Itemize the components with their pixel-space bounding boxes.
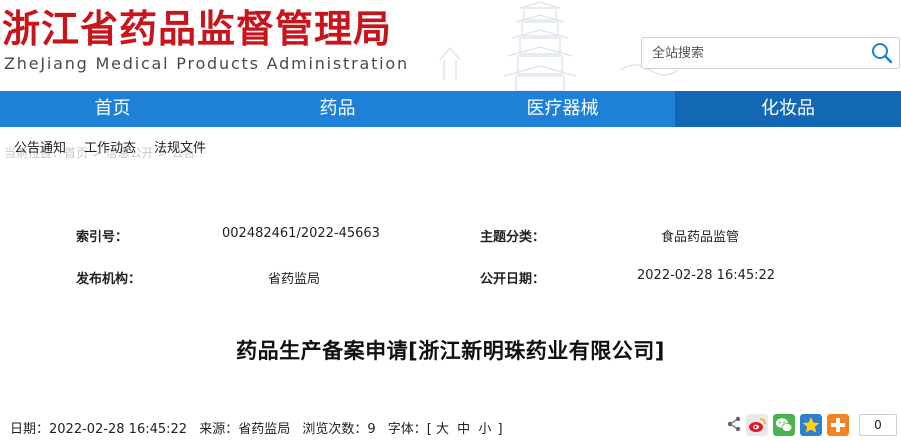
index-number-label: 索引号： — [76, 230, 129, 245]
search-box — [641, 37, 900, 69]
qzone-star-icon[interactable] — [800, 414, 822, 436]
more-plus-icon[interactable] — [827, 414, 849, 436]
share-count: 0 — [859, 414, 897, 436]
article-views: 浏览次数：9 — [302, 422, 376, 437]
submenu-item-work-news[interactable]: 工作动态 — [84, 137, 136, 156]
publish-date-value: 2022-02-28 16:45:22 — [637, 268, 776, 283]
index-number-value: 002482461/2022-45663 — [222, 226, 380, 241]
main-nav: 首页 药品 医疗器械 化妆品 — [0, 91, 901, 127]
article-date: 日期：2022-02-28 16:45:22 — [10, 422, 188, 437]
wechat-icon[interactable] — [773, 414, 795, 436]
issuer-label: 发布机构： — [76, 272, 142, 287]
submenu: 公告通知 工作动态 法规文件 — [14, 137, 224, 156]
share-icon[interactable] — [726, 416, 742, 432]
nav-item-cosmetics[interactable]: 化妆品 — [675, 91, 901, 127]
topic-category-label: 主题分类： — [480, 230, 546, 245]
search-input[interactable] — [642, 38, 862, 68]
topic-category-value: 食品药品监管 — [661, 230, 740, 245]
search-icon[interactable] — [871, 42, 893, 64]
submenu-item-regulations[interactable]: 法规文件 — [154, 137, 206, 156]
nav-item-drugs[interactable]: 药品 — [225, 91, 450, 127]
article-source: 来源：省药监局 — [199, 422, 291, 437]
article-title: 药品生产备案申请[浙江新明珠药业有限公司] — [236, 339, 665, 363]
font-size-medium-link[interactable]: 中 — [457, 422, 470, 437]
font-size-bracket: ] — [497, 422, 503, 437]
nav-item-home[interactable]: 首页 — [0, 91, 225, 127]
site-header: 浙江省药品监督管理局 ZheJiang Medical Products Adm… — [0, 0, 901, 91]
site-title: 浙江省药品监督管理局 — [2, 6, 393, 51]
font-size-small-link[interactable]: 小 — [478, 422, 491, 437]
publish-date-label: 公开日期： — [480, 272, 546, 287]
issuer-value: 省药监局 — [268, 272, 321, 287]
submenu-item-notices[interactable]: 公告通知 — [14, 137, 66, 156]
nav-item-medical-devices[interactable]: 医疗器械 — [450, 91, 675, 127]
font-size-large-link[interactable]: 大 — [436, 422, 449, 437]
weibo-icon[interactable] — [746, 414, 768, 436]
font-size-label: 字体：[ — [387, 422, 432, 437]
article-info-bar: 日期：2022-02-28 16:45:22 来源：省药监局 浏览次数：9 字体… — [10, 418, 511, 437]
site-subtitle: ZheJiang Medical Products Administration — [4, 54, 409, 73]
